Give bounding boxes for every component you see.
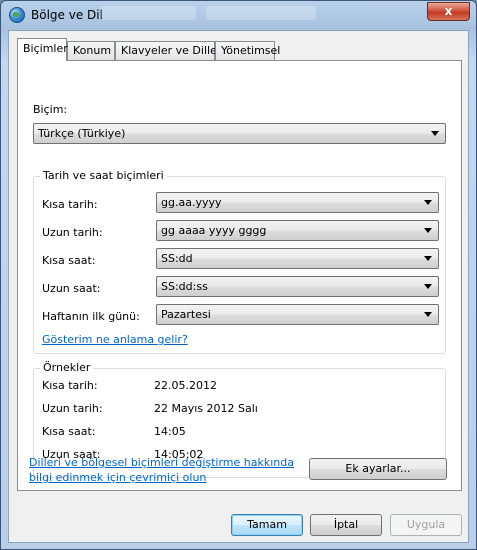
chevron-down-icon [424,256,432,261]
formats-panel: Biçim: Türkçe (Türkiye) Tarih ve saat bi… [17,60,462,491]
long-date-select[interactable]: gg aaaa yyyy gggg [156,220,439,241]
chevron-down-icon [431,131,439,136]
title-bar[interactable]: Bölge ve Dil x [1,1,476,29]
example-short-date-label: Kısa tarih: [42,379,98,392]
chevron-down-icon [424,284,432,289]
online-info-link-line1[interactable]: Dilleri ve bölgesel biçimleri değiştirme… [29,456,294,469]
first-day-value: Pazartesi [161,308,211,321]
example-short-time-value: 14:05 [154,425,186,438]
short-time-label: Kısa saat: [42,254,96,267]
online-info-link-line2[interactable]: bilgi edinmek için çevrimiçi olun [29,471,206,484]
short-date-value: gg.aa.yyyy [161,196,222,209]
tab-location[interactable]: Konum [67,41,115,60]
ok-button[interactable]: Tamam [231,514,303,536]
tab-administrative[interactable]: Yönetimsel [215,41,280,60]
long-time-value: SS:dd:ss [161,280,208,293]
group-title: Tarih ve saat biçimleri [40,169,167,182]
group-title: Örnekler [40,361,94,374]
long-time-label: Uzun saat: [42,282,101,295]
window-title: Bölge ve Dil [31,8,103,22]
background-window-ghost [206,6,316,20]
notation-help-link[interactable]: Gösterim ne anlama gelir? [42,333,188,346]
dialog-client: Biçimler Konum Klavyeler ve Diller Yönet… [8,30,469,543]
short-date-select[interactable]: gg.aa.yyyy [156,192,439,213]
cancel-button[interactable]: İptal [310,514,382,536]
apply-button: Uygula [390,514,462,536]
chevron-down-icon [424,312,432,317]
additional-settings-button[interactable]: Ek ayarlar... [309,458,447,480]
background-window-ghost [101,6,196,20]
example-long-date-label: Uzun tarih: [42,402,103,415]
tab-formats[interactable]: Biçimler [17,38,68,61]
first-day-label: Haftanın ilk günü: [42,310,140,323]
short-date-label: Kısa tarih: [42,198,98,211]
short-time-value: SS:dd [161,252,193,265]
long-date-label: Uzun tarih: [42,226,103,239]
example-long-date-value: 22 Mayıs 2012 Salı [154,402,258,415]
short-time-select[interactable]: SS:dd [156,248,439,269]
first-day-select[interactable]: Pazartesi [156,304,439,325]
format-label: Biçim: [33,103,68,116]
globe-icon [9,7,25,23]
region-language-window: Bölge ve Dil x Biçimler Konum Klavyeler … [0,0,477,550]
example-short-date-value: 22.05.2012 [154,379,217,392]
long-time-select[interactable]: SS:dd:ss [156,276,439,297]
format-select-value: Türkçe (Türkiye) [38,127,126,140]
chevron-down-icon [424,200,432,205]
format-select[interactable]: Türkçe (Türkiye) [33,123,446,144]
example-short-time-label: Kısa saat: [42,425,96,438]
tab-keyboards-languages[interactable]: Klavyeler ve Diller [115,41,221,60]
chevron-down-icon [424,228,432,233]
long-date-value: gg aaaa yyyy gggg [161,224,267,237]
datetime-formats-group: Tarih ve saat biçimleri Kısa tarih: gg.a… [33,169,446,354]
close-button[interactable]: x [427,2,470,21]
